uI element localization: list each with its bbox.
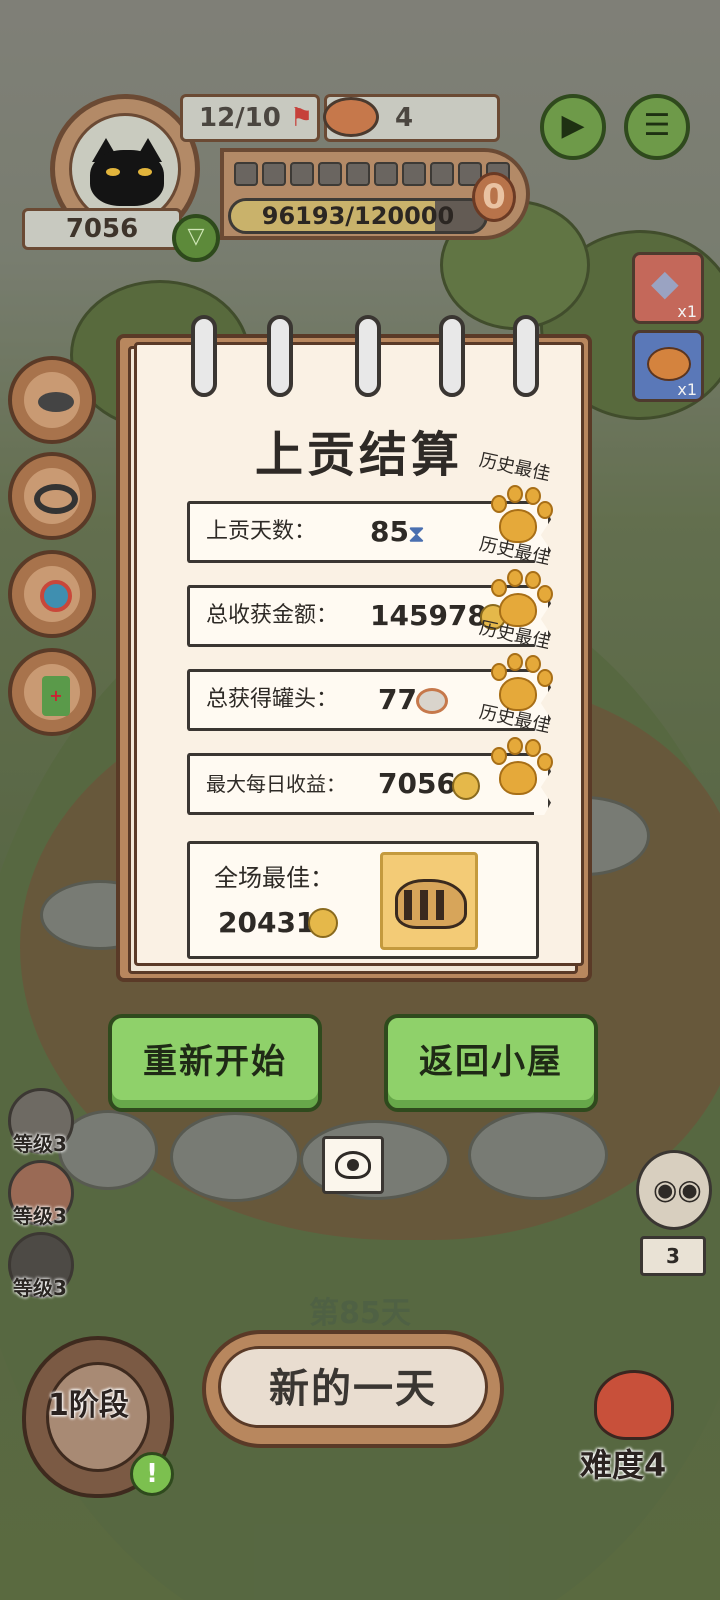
restart-button[interactable]: 重新开始 (108, 1014, 322, 1112)
segment (374, 162, 398, 186)
flame-cat-icon (594, 1370, 674, 1440)
tribute-count-text: 12/10 (199, 103, 281, 133)
overall-best-card: 全场最佳： 20431 (187, 841, 539, 959)
binder-ring (191, 315, 217, 397)
play-icon: ▶ (561, 108, 585, 143)
collar-icon (34, 484, 78, 514)
flag-icon: ⚑ (289, 103, 314, 133)
segment (318, 162, 342, 186)
pet-level-badge[interactable]: 等级3 (8, 1160, 74, 1228)
item-count: x1 (677, 380, 697, 399)
segment (262, 162, 286, 186)
stat-value: 85 (370, 515, 409, 548)
stage-label: 1阶段 (48, 1388, 129, 1423)
saber-tooth-tiger-icon (395, 879, 467, 929)
menu-list-icon: ☰ (643, 108, 671, 143)
binder-ring (267, 315, 293, 397)
toy-icon (40, 580, 72, 612)
segment (402, 162, 426, 186)
medkit-icon: + (42, 676, 70, 716)
black-cat-icon (90, 150, 164, 206)
best-pet-portrait[interactable] (380, 852, 478, 950)
paw-coin-icon (308, 908, 338, 938)
zero-badge: 0 (472, 172, 516, 222)
xp-progress-text: 96193/120000 (261, 202, 455, 230)
back-home-button[interactable]: 返回小屋 (384, 1014, 598, 1112)
bowl-upgrade-button[interactable] (8, 356, 96, 444)
binder-ring (439, 315, 465, 397)
difficulty-label: 难度4 (580, 1446, 667, 1484)
segment (346, 162, 370, 186)
pet-level-badge[interactable]: 等级3 (8, 1088, 74, 1156)
segment (290, 162, 314, 186)
day-counter: 第85天 (309, 1296, 411, 1331)
progress-panel: 96193/120000 0 (220, 148, 530, 240)
history-best-stamp: 历史最佳 (473, 702, 569, 815)
owl-count: 3 (640, 1236, 706, 1276)
hourglass-icon: ⧗ (408, 520, 425, 548)
item-count: x1 (677, 302, 697, 321)
meat-icon (647, 347, 691, 381)
segment (430, 162, 454, 186)
day-segments (234, 162, 510, 186)
gold-amount: 7056 (22, 208, 182, 250)
xp-progress-bar: 96193/120000 (228, 198, 488, 234)
toy-upgrade-button[interactable] (8, 550, 96, 638)
new-day-button[interactable]: 新的一天 (202, 1330, 504, 1448)
summary-page: 上贡结算 上贡天数： 85 ⧗ 总收获金额： 145978 总获得罐头： 77 … (134, 315, 584, 966)
toggle-view-button[interactable] (322, 1136, 384, 1194)
level-label: 等级3 (13, 1132, 67, 1156)
stat-label: 总收获金额： (206, 603, 339, 628)
play-button[interactable]: ▶ (540, 94, 606, 160)
expand-chevron-icon[interactable]: ▽ (172, 214, 220, 262)
stat-label: 最大每日收益： (206, 772, 346, 796)
stat-value: 145978 (370, 599, 487, 632)
overall-best-value: 20431 (218, 906, 316, 939)
stat-value: 77 (378, 683, 417, 716)
menu-button[interactable]: ☰ (624, 94, 690, 160)
medkit-upgrade-button[interactable]: + (8, 648, 96, 736)
owl-icon: ◉◉ (653, 1173, 702, 1206)
overall-best-label: 全场最佳： (214, 864, 334, 892)
stat-value: 7056 (378, 767, 456, 800)
can-icon (323, 97, 379, 137)
segment (234, 162, 258, 186)
meat-item[interactable]: x1 (632, 330, 704, 402)
tribute-summary-panel: 上贡结算 上贡天数： 85 ⧗ 总收获金额： 145978 总获得罐头： 77 … (116, 315, 592, 982)
binder-ring (513, 315, 539, 397)
new-day-label: 新的一天 (218, 1346, 488, 1428)
crystal-icon: ◆ (651, 263, 679, 304)
stat-label: 上贡天数： (206, 519, 317, 544)
tribute-counter: 12/10 ⚑ (180, 94, 320, 142)
bowl-icon (38, 392, 74, 412)
level-label: 等级3 (13, 1204, 67, 1228)
can-counter: 4 (323, 94, 500, 142)
alert-icon[interactable]: ! (130, 1452, 174, 1496)
can-count-text: 4 (395, 103, 414, 133)
binder-ring (355, 315, 381, 397)
paw-print-icon (487, 737, 553, 799)
stat-label: 总获得罐头： (206, 687, 339, 712)
difficulty-button[interactable]: 难度4 (580, 1370, 690, 1484)
crystal-item[interactable]: ◆ x1 (632, 252, 704, 324)
owl-pet[interactable]: ◉◉ (636, 1150, 712, 1230)
can-icon (416, 688, 448, 714)
collar-upgrade-button[interactable] (8, 452, 96, 540)
